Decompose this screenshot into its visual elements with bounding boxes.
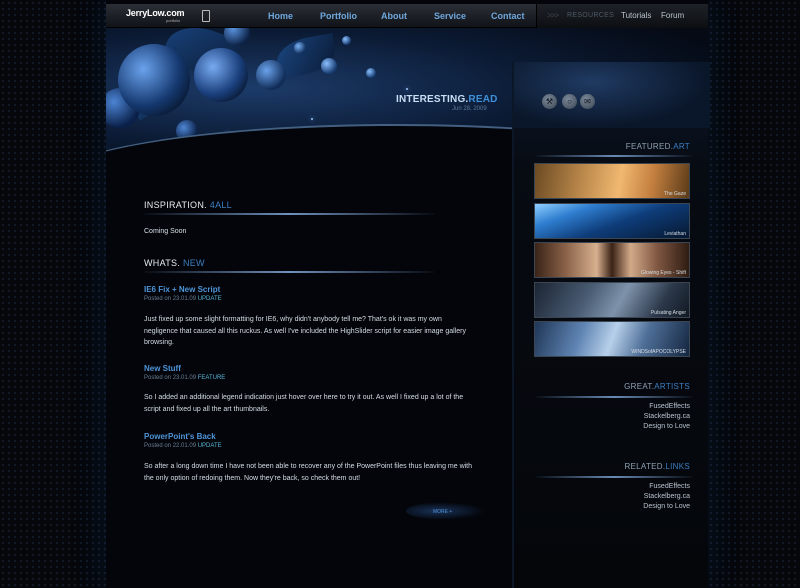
orb-decoration xyxy=(256,60,286,90)
post-title[interactable]: PowerPoint's Back xyxy=(144,432,216,441)
sidebar: ⚒ ○ ✉ FEATURED.ART The Gaze Leviathan Gl… xyxy=(512,62,710,588)
mail-icon[interactable]: ✉ xyxy=(580,94,595,109)
nav-contact[interactable]: Contact xyxy=(491,11,525,21)
interesting-read-title-main: INTERESTING. xyxy=(396,94,469,105)
nav-portfolio[interactable]: Portfolio xyxy=(320,11,357,21)
orb-decoration xyxy=(194,48,248,102)
sidebar-divider xyxy=(536,476,692,478)
inspiration-heading-main: INSPIRATION. xyxy=(144,200,207,210)
great-artists-heading-main: GREAT. xyxy=(624,382,655,391)
thumb-label: The Gaze xyxy=(664,191,686,197)
whats-new-heading: WHATS. NEW xyxy=(144,258,205,268)
post-date: Posted on 23.01.09 xyxy=(144,375,197,381)
featured-art-heading-main: FEATURED. xyxy=(625,142,674,151)
post-category[interactable]: UPDATE xyxy=(198,443,222,449)
post-title[interactable]: New Stuff xyxy=(144,364,181,373)
interesting-read-title-accent: READ xyxy=(468,94,498,105)
logo-mark-icon xyxy=(202,10,210,22)
resources-label: RESOURCES xyxy=(567,12,615,19)
featured-thumb-pulsating-anger[interactable]: Pulsating Anger xyxy=(534,282,690,318)
featured-art-heading-accent: ART xyxy=(673,142,690,151)
thumb-label: Glowing Eyes - Shift xyxy=(640,270,686,276)
site-logo[interactable]: JerryLow.com portfolio xyxy=(126,8,206,24)
sidebar-divider xyxy=(536,396,692,398)
post-date: Posted on 23.01.09 xyxy=(144,296,197,302)
featured-thumb-winds-of-apocalypse[interactable]: WINDSofAPOCOLYPSE xyxy=(534,321,690,357)
related-link-design-to-love[interactable]: Design to Love xyxy=(643,503,690,510)
sidebar-header-band xyxy=(514,62,710,128)
sparkle-decoration xyxy=(311,118,313,120)
orb-decoration xyxy=(294,42,306,54)
section-divider xyxy=(144,213,434,215)
tools-icon[interactable]: ⚒ xyxy=(542,94,557,109)
post-body: So after a long down time I have not bee… xyxy=(144,463,473,482)
post-category[interactable]: UPDATE xyxy=(198,296,222,302)
related-links-heading-accent: LINKS xyxy=(665,462,690,471)
post-body: Just fixed up some slight formatting for… xyxy=(144,316,466,346)
thumb-label: Pulsating Anger xyxy=(650,310,686,316)
logo-subtext: portfolio xyxy=(166,18,181,23)
inspiration-heading-accent: 4ALL xyxy=(209,200,232,210)
inspiration-heading: INSPIRATION. 4ALL xyxy=(144,200,232,210)
thumb-label: Leviathan xyxy=(664,231,686,237)
related-link-fusedeffects[interactable]: FusedEffects xyxy=(649,483,690,490)
featured-thumb-the-gaze[interactable]: The Gaze xyxy=(534,163,690,199)
post-category[interactable]: FEATURE xyxy=(198,375,226,381)
orb-decoration xyxy=(321,58,337,74)
whats-new-heading-accent: NEW xyxy=(182,258,205,268)
artist-link-fusedeffects[interactable]: FusedEffects xyxy=(649,403,690,410)
post-meta: Posted on 23.01.09 FEATURE xyxy=(144,375,225,381)
featured-thumb-leviathan[interactable]: Leviathan xyxy=(534,203,690,239)
logo-text: JerryLow.com xyxy=(126,8,185,18)
orb-decoration xyxy=(118,44,190,116)
chat-icon[interactable]: ○ xyxy=(562,94,577,109)
post-meta: Posted on 22.01.09 UPDATE xyxy=(144,443,222,449)
post-body: So I added an additional legend indicati… xyxy=(144,394,464,413)
post-date: Posted on 22.01.09 xyxy=(144,443,197,449)
nav-home[interactable]: Home xyxy=(268,11,293,21)
top-navigation: JerryLow.com portfolio Home Portfolio Ab… xyxy=(106,4,708,28)
nav-service[interactable]: Service xyxy=(434,11,466,21)
more-link[interactable]: MORE + xyxy=(433,509,452,515)
sparkle-decoration xyxy=(406,88,408,90)
post-title[interactable]: IE6 Fix + New Script xyxy=(144,285,220,294)
interesting-read-date: Jun 28, 2009 xyxy=(452,106,487,112)
post-meta: Posted on 23.01.09 UPDATE xyxy=(144,296,222,302)
orb-decoration xyxy=(366,68,376,78)
thumb-label: WINDSofAPOCOLYPSE xyxy=(631,349,686,355)
artist-link-stackelberg[interactable]: Stackelberg.ca xyxy=(644,413,690,420)
great-artists-heading-accent: ARTISTS xyxy=(654,382,690,391)
section-divider xyxy=(144,271,434,273)
orb-decoration xyxy=(342,36,351,45)
sidebar-divider xyxy=(536,155,692,157)
resources-bar: >>> RESOURCES Tutorials Forum xyxy=(536,4,708,28)
great-artists-heading: GREAT.ARTISTS xyxy=(624,382,690,391)
featured-thumb-glowing-eyes[interactable]: Glowing Eyes - Shift xyxy=(534,242,690,278)
artist-link-design-to-love[interactable]: Design to Love xyxy=(643,423,690,430)
related-links-heading: RELATED.LINKS xyxy=(624,462,690,471)
main-content: INSPIRATION. 4ALL Coming Soon WHATS. NEW… xyxy=(106,178,512,588)
inspiration-text: Coming Soon xyxy=(144,228,187,235)
featured-art-heading: FEATURED.ART xyxy=(626,142,690,151)
arrows-icon: >>> xyxy=(547,11,559,20)
whats-new-heading-main: WHATS. xyxy=(144,258,181,268)
related-link-stackelberg[interactable]: Stackelberg.ca xyxy=(644,493,690,500)
nav-about[interactable]: About xyxy=(381,11,407,21)
interesting-read-title: INTERESTING.READ xyxy=(396,94,498,105)
related-links-heading-main: RELATED. xyxy=(624,462,666,471)
nav-tutorials[interactable]: Tutorials xyxy=(621,11,651,20)
nav-forum[interactable]: Forum xyxy=(661,11,684,20)
